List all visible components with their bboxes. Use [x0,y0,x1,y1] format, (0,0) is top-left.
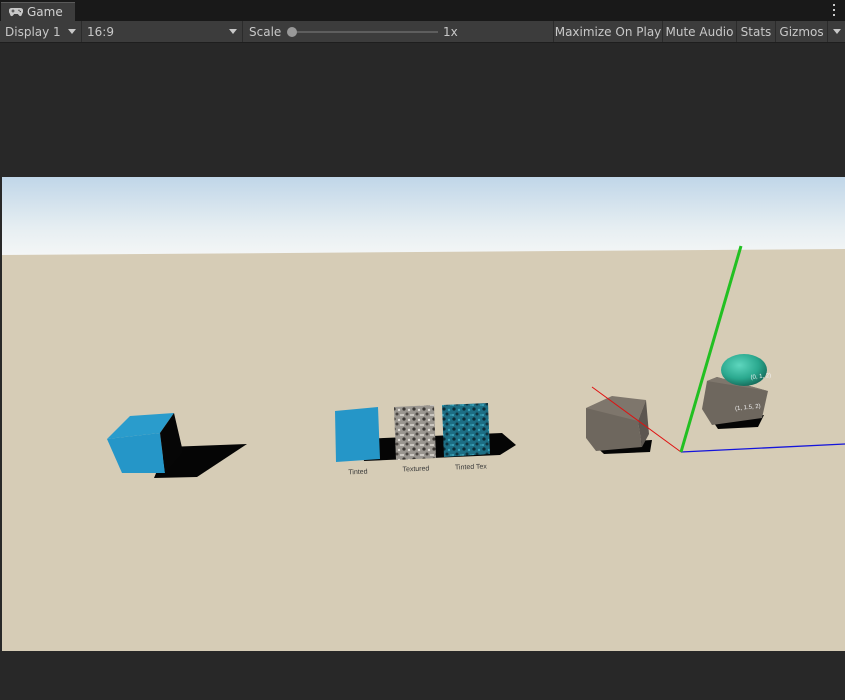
chevron-down-icon [229,29,237,34]
gizmos-dropdown[interactable] [827,21,845,42]
aspect-dropdown[interactable]: 16:9 [82,21,243,42]
sky [2,177,845,255]
tinted-textured-cube [442,403,490,457]
stats-button[interactable]: Stats [736,21,775,42]
game-area: Tinted Textured Tinted Tex (1, 1.5, 2) (… [0,43,845,700]
chevron-down-icon [68,29,76,34]
textured-label: Textured [402,466,429,474]
tab-game-label: Game [27,5,63,19]
aspect-dropdown-label: 16:9 [87,24,114,39]
grey-cube-middle [586,396,652,454]
maximize-on-play-button[interactable]: Maximize On Play [553,21,662,42]
scale-slider-thumb[interactable] [287,27,297,37]
tinted-tex-label: Tinted Tex [455,463,488,471]
tab-game[interactable]: Game [1,2,75,21]
tab-bar: Game [0,0,845,22]
display-dropdown[interactable]: Display 1 [0,21,82,42]
gizmos-button[interactable]: Gizmos [775,21,827,42]
mute-audio-button[interactable]: Mute Audio [662,21,736,42]
textured-cube [394,405,436,460]
game-view-render: Tinted Textured Tinted Tex (1, 1.5, 2) (… [2,177,845,651]
game-toolbar: Display 1 16:9 Scale 1x Maximize On Play… [0,21,845,43]
display-dropdown-label: Display 1 [5,24,61,39]
scale-value: 1x [443,24,458,39]
game-viewport[interactable]: Tinted Textured Tinted Tex (1, 1.5, 2) (… [2,177,845,651]
chevron-down-icon [833,29,841,34]
scale-slider-track[interactable] [292,31,438,33]
tinted-cube [335,407,380,462]
gamepad-icon [9,7,23,17]
tinted-label: Tinted [348,469,368,477]
more-options-icon[interactable] [831,3,837,17]
scale-label: Scale [249,24,282,39]
